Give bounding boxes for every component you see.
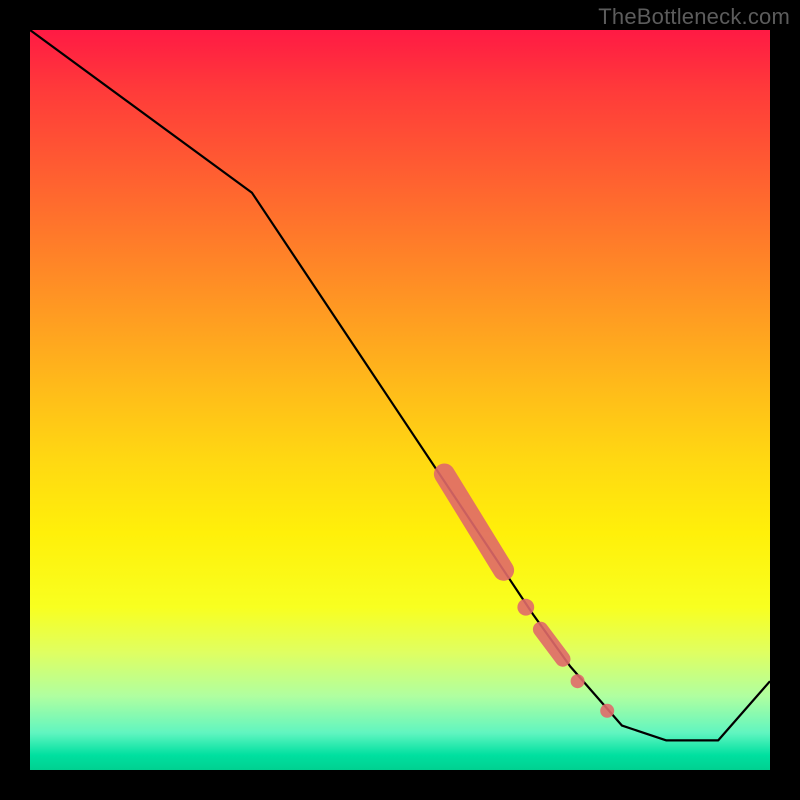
watermark-text: TheBottleneck.com: [598, 4, 790, 30]
chart-frame: TheBottleneck.com: [0, 0, 800, 800]
highlight-segment: [541, 629, 563, 659]
highlight-dot: [600, 704, 614, 718]
curve-layer: [30, 30, 770, 770]
plot-area: [30, 30, 770, 770]
highlight-segment: [444, 474, 503, 570]
bottleneck-curve: [30, 30, 770, 740]
highlight-dot: [571, 674, 585, 688]
highlight-dot: [517, 599, 534, 616]
